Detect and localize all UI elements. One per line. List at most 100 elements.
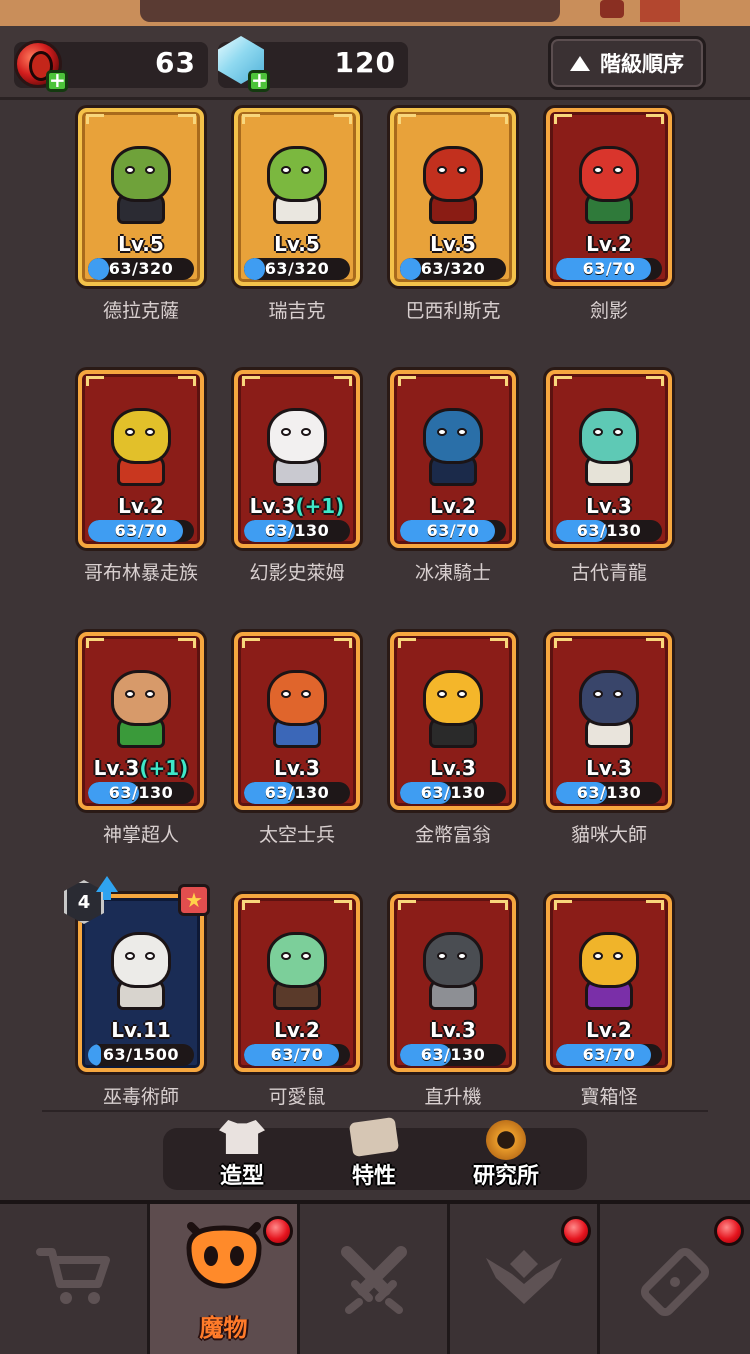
level-text: Lv.2 — [586, 232, 632, 256]
monster-card[interactable]: Lv.2 63/70 哥布林暴走族 — [78, 370, 204, 585]
monster-eye — [145, 166, 155, 174]
xp-text: 63/320 — [420, 259, 486, 278]
red-gem-counter[interactable]: + 63 — [14, 40, 208, 92]
nav-tab-rank[interactable] — [450, 1204, 600, 1354]
frame-corner — [242, 900, 260, 910]
crystal-counter[interactable]: + 120 — [218, 36, 408, 92]
nav-tab-ticket[interactable] — [600, 1204, 750, 1354]
costume-button[interactable]: 造型 — [187, 1120, 297, 1190]
monster-card-frame: Lv.11 63/1500 — [78, 894, 204, 1072]
monster-name: 太空士兵 — [258, 824, 335, 846]
monster-portrait — [99, 654, 183, 750]
frame-corner — [242, 638, 260, 648]
level-text: Lv.11 — [111, 1018, 171, 1042]
monster-card-frame: Lv.3 63/130 — [390, 632, 516, 810]
xp-text: 63/130 — [576, 783, 642, 802]
monster-portrait — [99, 392, 183, 488]
monster-head — [579, 408, 639, 464]
monster-card[interactable]: Lv.3 63/130 貓咪大師 — [546, 632, 672, 847]
monster-card[interactable]: Lv.5 63/320 瑞吉克 — [234, 108, 360, 323]
monster-name: 巴西利斯克 — [405, 300, 501, 322]
monster-level: Lv.3 — [238, 756, 356, 780]
monster-card[interactable]: Lv.2 63/70 可愛鼠 — [234, 894, 360, 1109]
monster-head — [267, 670, 327, 726]
xp-bar: 63/130 — [400, 1044, 506, 1066]
monster-eye — [437, 166, 447, 174]
resource-header: + 63 + 120 階級順序 — [0, 26, 750, 100]
monster-portrait — [411, 130, 495, 226]
monster-portrait — [255, 654, 339, 750]
monster-card[interactable]: Lv.2 63/70 冰凍騎士 — [390, 370, 516, 585]
monster-name: 古代青龍 — [570, 562, 647, 584]
frame-corner — [490, 900, 508, 910]
xp-bar: 63/130 — [244, 782, 350, 804]
notification-dot — [263, 1216, 293, 1246]
add-crystal-button[interactable]: + — [248, 70, 270, 92]
notification-dot — [714, 1216, 744, 1246]
monster-card[interactable]: Lv.3 63/130 金幣富翁 — [390, 632, 516, 847]
monster-level: Lv.5 — [82, 232, 200, 256]
rank-wings-icon — [485, 1250, 562, 1304]
monster-card-frame: Lv.2 63/70 — [546, 108, 672, 286]
monster-card-frame: Lv.2 63/70 — [234, 894, 360, 1072]
monster-head — [579, 670, 639, 726]
xp-bar: 63/130 — [244, 520, 350, 542]
monster-card[interactable]: Lv.3 63/130 直升機 — [390, 894, 516, 1109]
monster-card[interactable]: Lv.11 63/1500 巫毒術師 4 ★ — [64, 876, 210, 1109]
monster-eye — [125, 690, 135, 698]
ticket-icon — [640, 1247, 710, 1317]
frame-corner — [178, 638, 196, 648]
monster-eye — [281, 428, 291, 436]
frame-corner — [554, 900, 572, 910]
monster-head — [423, 146, 483, 202]
xp-text: 63/70 — [114, 521, 168, 540]
crossed-swords-icon — [340, 1246, 407, 1314]
monster-eye — [613, 428, 623, 436]
monster-card[interactable]: Lv.5 63/320 巴西利斯克 — [390, 108, 516, 323]
level-text: Lv.2 — [118, 494, 164, 518]
monster-level: Lv.5 — [238, 232, 356, 256]
add-red-gem-button[interactable]: + — [46, 70, 68, 92]
frame-corner — [334, 900, 352, 910]
xp-text: 63/320 — [264, 259, 330, 278]
xp-bar: 63/70 — [400, 520, 506, 542]
monster-card[interactable]: Lv.2 63/70 劍影 — [546, 108, 672, 323]
frame-corner — [490, 114, 508, 124]
monster-card[interactable]: Lv.3(+1) 63/130 神掌超人 — [78, 632, 204, 847]
xp-bar: 63/130 — [556, 520, 662, 542]
nav-tab-monsters[interactable]: 魔物 — [150, 1204, 300, 1354]
monster-card[interactable]: Lv.5 63/320 德拉克薩 — [78, 108, 204, 323]
monster-eye — [281, 166, 291, 174]
monster-head — [423, 408, 483, 464]
xp-text: 63/130 — [264, 783, 330, 802]
monster-eye — [301, 690, 311, 698]
sub-tab-bar: 造型 特性 研究所 — [163, 1116, 587, 1190]
monster-card[interactable]: Lv.3(+1) 63/130 幻影史萊姆 — [234, 370, 360, 585]
level-text: Lv.2 — [586, 1018, 632, 1042]
nav-tab-battle[interactable] — [300, 1204, 450, 1354]
scene-decor — [640, 0, 680, 22]
upgrade-arrow-icon — [96, 876, 118, 900]
frame-corner — [398, 114, 416, 124]
frame-corner — [242, 376, 260, 386]
traits-button[interactable]: 特性 — [319, 1116, 429, 1190]
monster-level: Lv.11 — [82, 1018, 200, 1042]
triangle-up-icon — [570, 55, 590, 71]
frame-corner — [646, 376, 664, 386]
xp-text: 63/130 — [108, 783, 174, 802]
monster-portrait — [99, 130, 183, 226]
monster-card[interactable]: Lv.3 63/130 太空士兵 — [234, 632, 360, 847]
monster-head — [111, 670, 171, 726]
nav-tab-shop[interactable] — [0, 1204, 150, 1354]
sort-by-rank-button[interactable]: 階級順序 — [548, 36, 706, 90]
xp-text: 63/320 — [108, 259, 174, 278]
monster-eye — [125, 952, 135, 960]
monster-card[interactable]: Lv.2 63/70 寶箱怪 — [546, 894, 672, 1109]
monster-name: 冰凍騎士 — [414, 562, 491, 584]
monster-card[interactable]: Lv.3 63/130 古代青龍 — [546, 370, 672, 585]
laboratory-button[interactable]: 研究所 — [451, 1120, 561, 1190]
monster-eye — [301, 166, 311, 174]
xp-text: 63/130 — [576, 521, 642, 540]
monster-face-icon — [185, 1222, 262, 1289]
monster-level: Lv.2 — [394, 494, 512, 518]
